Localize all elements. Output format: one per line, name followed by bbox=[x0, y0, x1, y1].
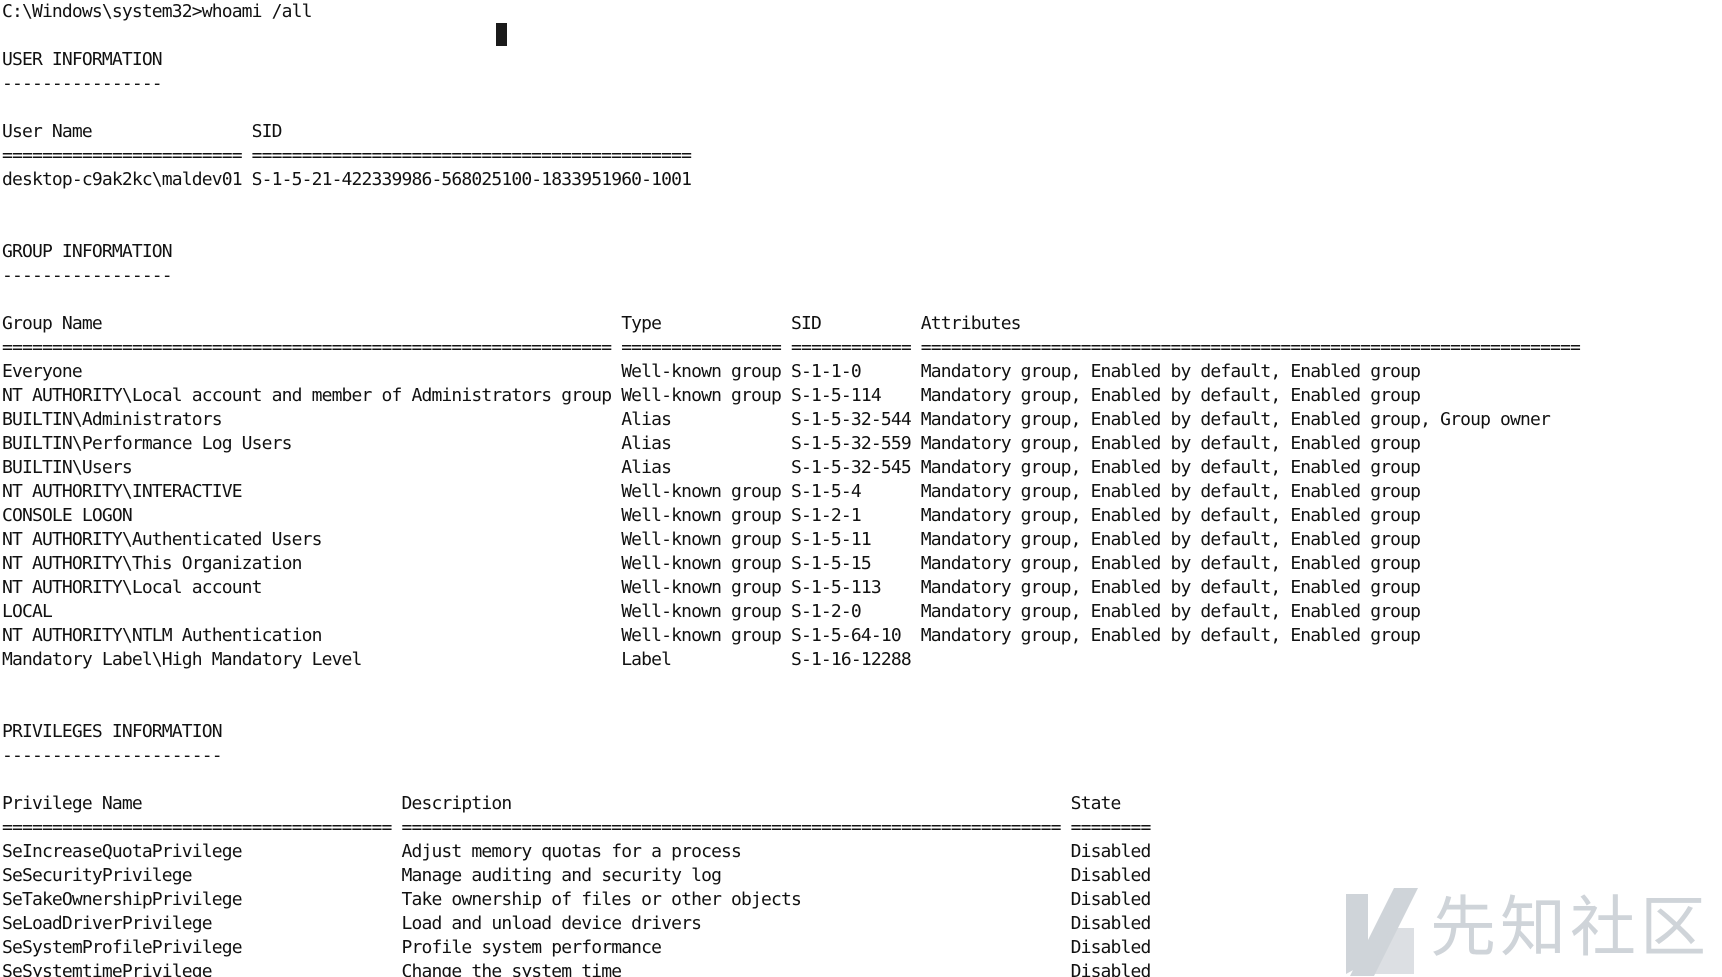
user-info-underline: ---------------- bbox=[2, 73, 163, 94]
privileges-table-row: SeIncreaseQuotaPrivilege Adjust memory q… bbox=[2, 841, 1151, 862]
group-table-row: BUILTIN\Performance Log Users Alias S-1-… bbox=[2, 433, 1421, 454]
group-table-row: NT AUTHORITY\Local account and member of… bbox=[2, 385, 1421, 406]
user-table-row: desktop-c9ak2kc\maldev01 S-1-5-21-422339… bbox=[2, 169, 692, 190]
privileges-table-row: SeTakeOwnershipPrivilege Take ownership … bbox=[2, 889, 1151, 910]
privileges-table-header: Privilege Name Description State bbox=[2, 793, 1121, 814]
group-table-separator: ========================================… bbox=[2, 337, 1581, 358]
privileges-info-underline: ---------------------- bbox=[2, 745, 223, 766]
privileges-table-row: SeLoadDriverPrivilege Load and unload de… bbox=[2, 913, 1151, 934]
command-line: C:\Windows\system32>whoami /all bbox=[2, 1, 312, 22]
privileges-table-row: SeSecurityPrivilege Manage auditing and … bbox=[2, 865, 1151, 886]
group-table-row: Mandatory Label\High Mandatory Level Lab… bbox=[2, 649, 912, 670]
group-table-header: Group Name Type SID Attributes bbox=[2, 313, 1022, 334]
group-table-row: NT AUTHORITY\Authenticated Users Well-kn… bbox=[2, 529, 1421, 550]
group-table-row: Everyone Well-known group S-1-1-0 Mandat… bbox=[2, 361, 1421, 382]
console-output[interactable]: C:\Windows\system32>whoami /all USER INF… bbox=[2, 0, 1718, 977]
text-cursor bbox=[496, 23, 507, 46]
group-table-row: NT AUTHORITY\NTLM Authentication Well-kn… bbox=[2, 625, 1421, 646]
group-table-row: CONSOLE LOGON Well-known group S-1-2-1 M… bbox=[2, 505, 1421, 526]
privileges-table-row: SeSystemtimePrivilege Change the system … bbox=[2, 961, 1151, 977]
privileges-table-row: SeSystemProfilePrivilege Profile system … bbox=[2, 937, 1151, 958]
group-table-row: NT AUTHORITY\INTERACTIVE Well-known grou… bbox=[2, 481, 1421, 502]
user-table-separator: ======================== ===============… bbox=[2, 145, 692, 166]
group-table-row: LOCAL Well-known group S-1-2-0 Mandatory… bbox=[2, 601, 1421, 622]
group-table-row: NT AUTHORITY\Local account Well-known gr… bbox=[2, 577, 1421, 598]
privileges-info-heading: PRIVILEGES INFORMATION bbox=[2, 721, 223, 742]
user-info-heading: USER INFORMATION bbox=[2, 49, 163, 70]
group-table-row: BUILTIN\Users Alias S-1-5-32-545 Mandato… bbox=[2, 457, 1421, 478]
privileges-table-separator: ======================================= … bbox=[2, 817, 1151, 838]
group-table-row: BUILTIN\Administrators Alias S-1-5-32-54… bbox=[2, 409, 1551, 430]
group-table-row: NT AUTHORITY\This Organization Well-know… bbox=[2, 553, 1421, 574]
group-info-underline: ----------------- bbox=[2, 265, 173, 286]
user-table-header: User Name SID bbox=[2, 121, 282, 142]
group-info-heading: GROUP INFORMATION bbox=[2, 241, 173, 262]
